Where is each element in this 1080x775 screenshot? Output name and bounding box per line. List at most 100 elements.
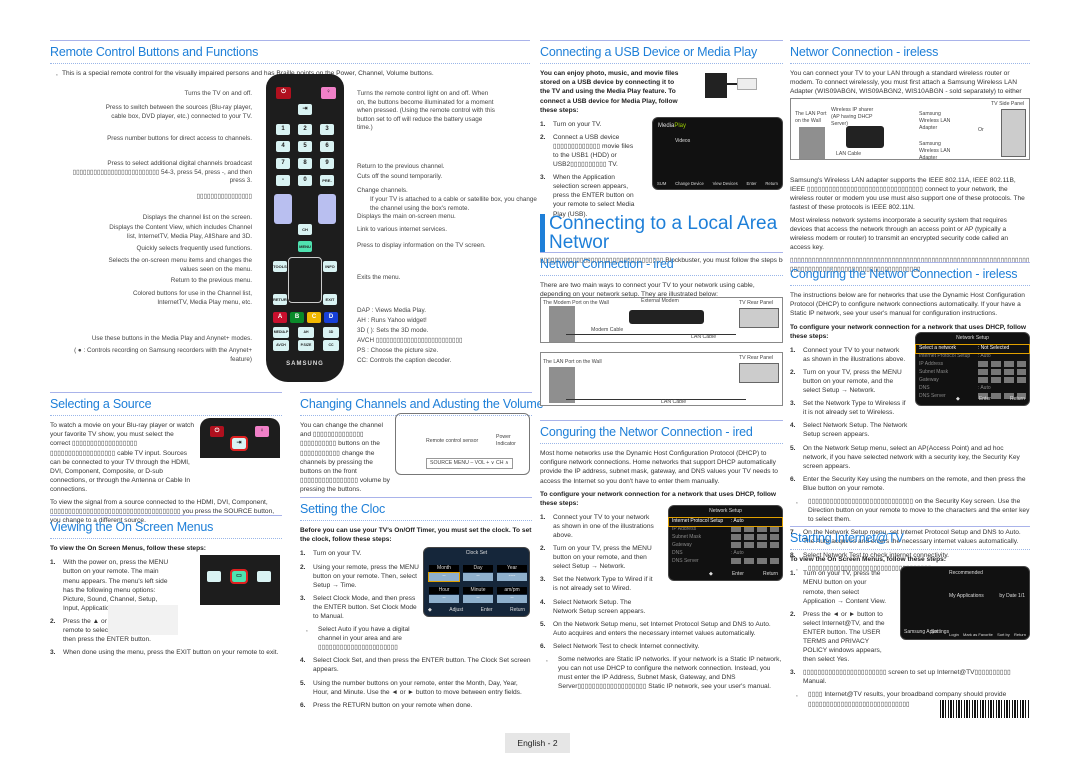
network-row[interactable]: DNS: Auto: [916, 385, 1029, 393]
paragraph: You can change the channel and ▯▯▯▯▯▯▯▯▯…: [300, 422, 390, 493]
screen-footer-item: Return: [1013, 632, 1026, 638]
tv-side-panel-image: [1001, 109, 1026, 157]
media-brand-play: Play: [674, 123, 687, 129]
section-heading: Viewing the On Screen Menus: [50, 515, 282, 540]
remote-label-right: Change channels.: [357, 187, 408, 194]
step-item: 1. Turn on your TV, press the MENU button…: [790, 569, 890, 605]
remote-label-left: Return to the previous menu.: [170, 277, 252, 284]
wall-image: [549, 367, 575, 403]
source-button-icon: ⇥: [298, 104, 312, 115]
remote-label-left: ( ● : Controls recording on Samsung reco…: [74, 347, 252, 363]
media-brand: Media: [658, 123, 675, 129]
power-button-icon: ⏻: [210, 426, 224, 437]
step-number: 1.: [300, 550, 306, 558]
row-value: [730, 525, 779, 532]
network-row[interactable]: DNS: Auto: [669, 550, 782, 558]
info-button: INFO: [323, 261, 337, 272]
network-row[interactable]: Gateway: [916, 376, 1029, 385]
row-value: : Auto: [730, 549, 744, 556]
row-label: Internet Protocol Setup: [919, 352, 971, 359]
remote-label-left: Use these buttons in the Media Play and …: [91, 335, 252, 342]
clock-set-screen: Clock Set Month -- Day -- Year ---- Hour -- Minu…: [423, 547, 530, 617]
step-number: 1.: [540, 120, 546, 128]
settings-label[interactable]: Settings: [931, 629, 949, 636]
row-value: [977, 368, 1026, 375]
color-key: A: [273, 312, 287, 323]
step-item: 3. Select Clock Mode, and then press the …: [300, 594, 420, 621]
step-item: 3. Set the Network Type to Wired if it is…: [540, 575, 655, 593]
step-number: 3.: [50, 649, 56, 657]
step-text: Select Network Setup. The Network Setup …: [803, 422, 908, 439]
remote-label-left: Press to select additional digital chann…: [72, 160, 252, 184]
function-key: AVCH: [273, 340, 289, 351]
chlist-button: CH LIST: [298, 224, 312, 243]
remote-label-right: Displays the main on-screen menu.: [357, 213, 456, 220]
function-key: 3D: [323, 327, 339, 338]
step-item: 2. Turn on your TV, press the MENU button…: [540, 544, 655, 571]
clock-field-input[interactable]: --: [428, 571, 460, 582]
remote-menu-crop-image: ▭: [200, 555, 280, 605]
remote-label-right: Return to the previous channel.: [357, 163, 445, 170]
network-row[interactable]: DNS Server: [669, 557, 782, 566]
clock-field-input[interactable]: ----: [497, 572, 527, 581]
remote-source-crop-image: ⏻ ♀ ⇥: [200, 418, 280, 458]
step-text: Enter the Security Key using the numbers…: [803, 475, 1026, 492]
clock-field-input[interactable]: --: [463, 594, 493, 603]
row-label: DNS: [919, 384, 930, 391]
step-text: With the power on, press the MENU button…: [63, 559, 169, 612]
wireless-diagram: The LAN Port on the Wall Wireless IP sha…: [790, 98, 1030, 161]
step-item: 6. Enter the Security Key using the numbe…: [790, 475, 1030, 493]
screen-footer-item: Return: [509, 607, 525, 614]
step-text: Turn on your TV.: [553, 120, 602, 128]
step-item: 2. Connect a USB device ▯▯▯▯▯▯▯▯▯▯▯▯▯ mov…: [540, 133, 640, 169]
step-text: Turn on your TV, press the MENU button o…: [553, 545, 652, 571]
section-heading: Setting the Cloc: [300, 497, 532, 522]
step-number: 3.: [540, 174, 546, 182]
lead-text: Before you can use your TV's On/Off Time…: [300, 527, 532, 544]
network-row[interactable]: Internet Protocol Setup : Auto: [916, 353, 1029, 361]
network-row[interactable]: Subnet Mask: [916, 368, 1029, 377]
clock-field-input[interactable]: --: [463, 572, 493, 581]
screen-title: Network Setup: [709, 508, 742, 514]
step-item: 1. Connect your TV to your network as sho…: [790, 346, 908, 364]
step-number: 1.: [790, 346, 796, 354]
wall-image: [549, 306, 575, 342]
step-number: 3.: [790, 400, 796, 408]
diagram-label: TV Side Panel: [991, 101, 1025, 107]
row-value: [977, 376, 1026, 383]
source-button-icon: ⇥: [230, 436, 248, 451]
network-row[interactable]: Subnet Mask: [669, 533, 782, 542]
step-number: 5.: [790, 444, 796, 452]
step-item: 2. Press the ◄ or ► button to select Inte…: [790, 610, 890, 665]
network-row[interactable]: Select a network: Not Selected: [915, 343, 1030, 354]
step-number: 1.: [50, 559, 56, 567]
step-item: 3. When done using the menu, press the EX…: [50, 648, 282, 657]
step-item: 3. Set the Network Type to Wireless if it…: [790, 399, 908, 417]
remote-label-left: Press number buttons for direct access t…: [107, 135, 252, 142]
remote-label-left: Turns the TV on and off.: [184, 90, 252, 97]
menu-button: MENU: [298, 241, 312, 252]
screen-footer-item: SUM: [657, 181, 667, 187]
step-text: Set the Network Type to Wireless if it i…: [803, 400, 906, 417]
videos-item[interactable]: Videos: [675, 138, 690, 145]
step-number: 5.: [540, 620, 546, 628]
diagram-label: External Modem: [641, 298, 679, 304]
number-key: 9: [320, 158, 334, 169]
section-heading: Connecting a USB Device or Media Play: [540, 40, 783, 65]
clock-field-label: Month: [429, 564, 459, 572]
clock-field-input[interactable]: --: [497, 594, 527, 603]
diagram-label: LAN Cable: [836, 151, 862, 157]
network-row[interactable]: IP Address: [916, 360, 1029, 369]
network-row[interactable]: IP Address: [669, 525, 782, 534]
step-item: 5. On the Network Setup menu, set Interne…: [540, 620, 783, 638]
tools-button: TOOLS: [273, 261, 287, 272]
row-value: : Auto: [977, 352, 991, 359]
network-row[interactable]: Internet Protocol Setup: Auto: [668, 516, 783, 527]
step-number: 3.: [300, 594, 306, 602]
remote-label-left: Quickly selects frequently used function…: [136, 245, 253, 252]
step-text: Turn on your TV, press the MENU button o…: [803, 368, 902, 395]
step-item: 1. Turn on your TV.: [540, 120, 640, 129]
network-row[interactable]: Gateway: [669, 541, 782, 550]
function-key: CC: [323, 340, 339, 351]
clock-field-input[interactable]: --: [429, 594, 459, 603]
